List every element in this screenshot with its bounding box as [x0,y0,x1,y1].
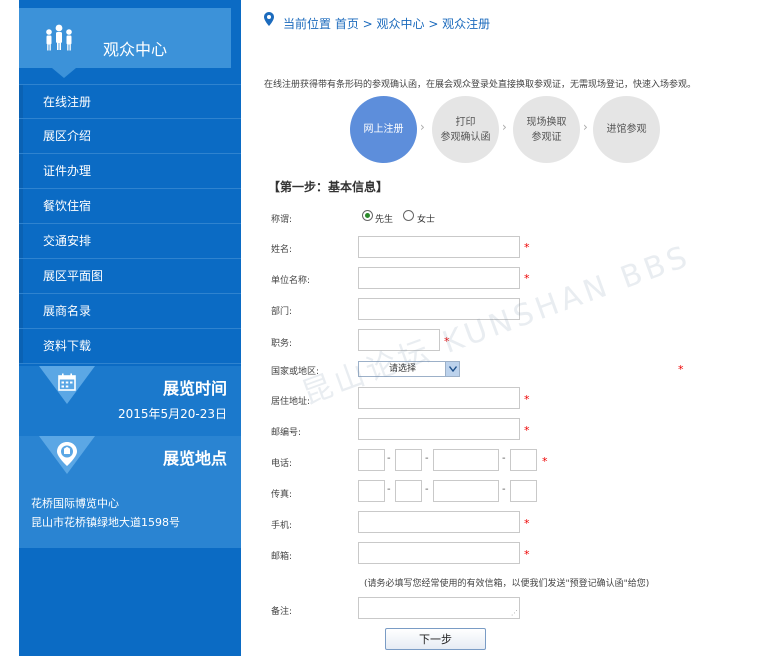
step-label: 打印 参观确认函 [440,116,491,143]
location-pin-icon [264,12,274,26]
fax-number-field[interactable] [433,480,499,502]
zip-field[interactable] [358,418,520,440]
name-field[interactable] [358,236,520,258]
email-note: (请务必填写您经常使用的有效信箱，以便我们发送"预登记确认函"给您) [364,579,650,589]
phone-extension-field[interactable] [510,449,537,471]
step-exchange-pass[interactable]: 现场换取 参观证 [513,96,580,163]
dash: - [425,453,429,464]
position-label: 职务: [271,339,293,349]
sidebar-item-certificate[interactable]: 证件办理 [19,154,241,189]
step-print-confirmation[interactable]: 打印 参观确认函 [432,96,499,163]
step-online-register[interactable]: 网上注册 [350,96,417,163]
sidebar-title: 观众中心 [103,40,168,59]
required-mark: * [524,272,530,285]
exhibition-time-panel: 展览时间 2015年5月20-23日 [19,366,241,436]
company-field[interactable] [358,267,520,289]
required-mark: * [678,363,684,376]
step-enter-venue[interactable]: 进馆参观 [593,96,660,163]
fax-label: 传真: [271,490,293,500]
chevron-down-icon[interactable] [445,362,459,376]
required-mark: * [524,241,530,254]
exhibition-time-date: 2015年5月20-23日 [117,407,227,421]
required-mark: * [524,424,530,437]
sidebar-item-transport[interactable]: 交通安排 [19,224,241,259]
title-label: 称谓: [271,215,293,225]
radio-mr-label: 先生 [375,215,394,225]
dash: - [387,453,391,464]
sidebar-menu: 在线注册 展区介绍 证件办理 餐饮住宿 交通安排 展区平面图 展商名录 资料下载 [19,84,241,364]
required-mark: * [524,517,530,530]
fax-country-code-field[interactable] [358,480,385,502]
exhibition-time-title: 展览时间 [162,379,227,398]
mobile-field[interactable] [358,511,520,533]
exhibition-venue-address: 昆山市花桥镇绿地大道1598号 [31,516,180,529]
phone-number-field[interactable] [433,449,499,471]
exhibition-venue-name: 花桥国际博览中心 [31,497,119,510]
remark-textarea[interactable]: ⋰ [358,597,520,619]
dash: - [502,453,506,464]
fax-area-code-field[interactable] [395,480,422,502]
radio-ms-label: 女士 [417,215,436,225]
required-mark: * [524,548,530,561]
resize-grip-icon[interactable]: ⋰ [511,610,518,617]
company-label: 单位名称: [271,276,311,286]
section-title: 【第一步：基本信息】 [268,180,389,194]
sidebar-item-floor-plan[interactable]: 展区平面图 [19,259,241,294]
breadcrumb[interactable]: 当前位置 首页 > 观众中心 > 观众注册 [283,15,490,32]
sidebar-item-exhibition-area[interactable]: 展区介绍 [19,119,241,154]
sidebar-item-dining-lodging[interactable]: 餐饮住宿 [19,189,241,224]
phone-area-code-field[interactable] [395,449,422,471]
phone-label: 电话: [271,459,293,469]
required-mark: * [524,393,530,406]
radio-ms[interactable] [403,210,414,221]
email-field[interactable] [358,542,520,564]
remark-label: 备注: [271,607,293,617]
step-label: 现场换取 参观证 [526,116,567,143]
fax-extension-field[interactable] [510,480,537,502]
dash: - [387,484,391,495]
zip-label: 邮编号: [271,428,302,438]
chevron-right-icon: › [583,120,588,134]
dash: - [425,484,429,495]
sidebar-item-online-registration[interactable]: 在线注册 [19,84,241,119]
sidebar-header-notch [52,68,76,78]
sidebar-item-downloads[interactable]: 资料下载 [19,329,241,364]
dash: - [502,484,506,495]
sidebar-header: 观众中心 [19,8,231,68]
address-field[interactable] [358,387,520,409]
chevron-right-icon: › [420,120,425,134]
chevron-right-icon: › [502,120,507,134]
email-label: 邮箱: [271,552,293,562]
registration-intro: 在线注册获得带有条形码的参观确认函，在展会观众登录处直接换取参观证，无需现场登记… [264,80,697,90]
required-mark: * [542,455,548,468]
next-step-button[interactable]: 下一步 [385,628,486,650]
people-icon [46,24,72,51]
phone-country-code-field[interactable] [358,449,385,471]
location-pin-icon [57,442,77,466]
sidebar-item-exhibitor-list[interactable]: 展商名录 [19,294,241,329]
exhibition-place-panel: 展览地点 花桥国际博览中心 昆山市花桥镇绿地大道1598号 [19,436,241,548]
radio-mr[interactable] [362,210,373,221]
calendar-icon [58,373,76,391]
sidebar: 观众中心 在线注册 展区介绍 证件办理 餐饮住宿 交通安排 展区平面图 展商名录… [19,0,241,656]
step-label: 网上注册 [363,124,404,135]
mobile-label: 手机: [271,521,293,531]
department-label: 部门: [271,307,293,317]
step-label: 进馆参观 [606,124,647,135]
exhibition-place-title: 展览地点 [162,449,227,468]
name-label: 姓名: [271,245,293,255]
